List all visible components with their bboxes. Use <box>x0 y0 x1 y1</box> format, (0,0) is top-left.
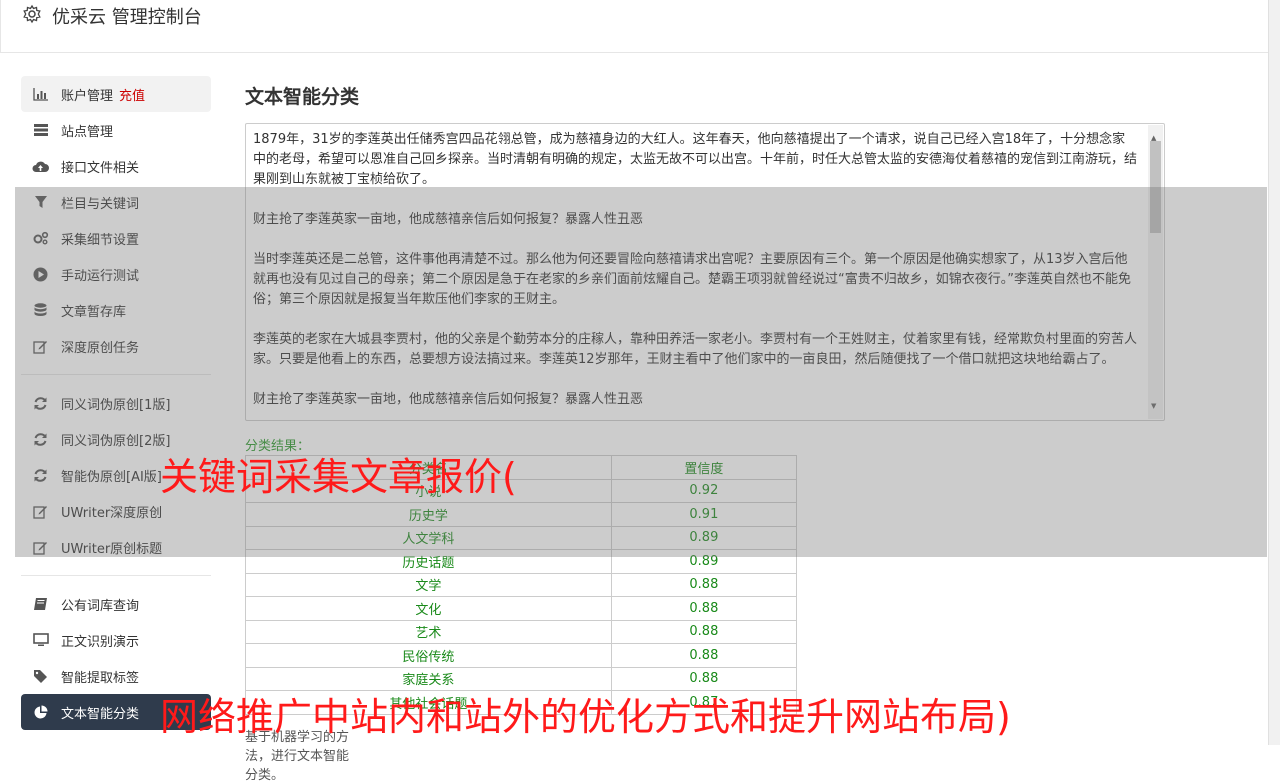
table-row: 文学 0.88 <box>245 572 798 597</box>
sidebar-item-public-lexicon[interactable]: 公有词库查询 <box>21 586 211 622</box>
table-row: 艺术 0.88 <box>245 619 798 644</box>
sidebar-item-label: 接口文件相关 <box>61 160 140 176</box>
recharge-link[interactable]: 充值 <box>119 85 145 104</box>
sidebar-item-label: 账户管理 <box>61 88 114 104</box>
top-header: 优采云 管理控制台 <box>0 0 1268 53</box>
monitor-icon <box>32 632 49 649</box>
book-icon <box>32 596 49 613</box>
table-row: 文化 0.88 <box>245 596 798 621</box>
gear-icon <box>23 4 41 24</box>
overlay-band <box>15 187 1267 557</box>
article-paragraph: 1879年，31岁的李莲英出任储秀宫四品花翎总管，成为慈禧身边的大红人。这年春天… <box>253 132 1138 187</box>
sidebar-item-label: 站点管理 <box>61 124 114 140</box>
server-icon <box>32 122 49 139</box>
main-content: 文本智能分类 1879年，31岁的李莲英出任储秀宫四品花翎总管，成为慈禧身边的大… <box>245 82 1165 783</box>
bar-chart-icon <box>32 86 49 103</box>
table-row: 民俗传统 0.88 <box>245 643 798 668</box>
sidebar-item-account[interactable]: 账户管理 充值 <box>21 76 211 112</box>
sidebar-item-sites[interactable]: 站点管理 <box>21 112 211 148</box>
tag-icon <box>32 668 49 685</box>
sidebar-divider <box>21 575 211 576</box>
sidebar-item-label: 正文识别演示 <box>61 634 140 650</box>
category-cell: 民俗传统 <box>245 643 612 668</box>
category-cell: 文化 <box>245 596 612 621</box>
page-title: 文本智能分类 <box>245 86 360 108</box>
pie-chart-icon <box>32 704 49 721</box>
sidebar-item-interface-files[interactable]: 接口文件相关 <box>21 148 211 184</box>
confidence-cell: 0.88 <box>610 643 798 668</box>
sidebar-item-label: 智能提取标签 <box>61 670 140 686</box>
overlay-title-text: 关键词采集文章报价( <box>160 455 517 499</box>
confidence-cell: 0.88 <box>610 619 798 644</box>
cloud-upload-icon <box>32 158 49 175</box>
sidebar-item-label: 文本智能分类 <box>61 706 140 722</box>
confidence-cell: 0.88 <box>610 572 798 597</box>
overlay-subtitle-text: 网络推广中站内和站外的优化方式和提升网站布局) <box>160 695 1011 739</box>
page-scrollbar[interactable] <box>1268 0 1280 745</box>
sidebar-item-label: 公有词库查询 <box>61 598 140 614</box>
sidebar-item-text-recognition[interactable]: 正文识别演示 <box>21 622 211 658</box>
category-cell: 艺术 <box>245 619 612 644</box>
confidence-cell: 0.88 <box>610 596 798 621</box>
console-title: 优采云 管理控制台 <box>52 7 202 28</box>
category-cell: 文学 <box>245 572 612 597</box>
